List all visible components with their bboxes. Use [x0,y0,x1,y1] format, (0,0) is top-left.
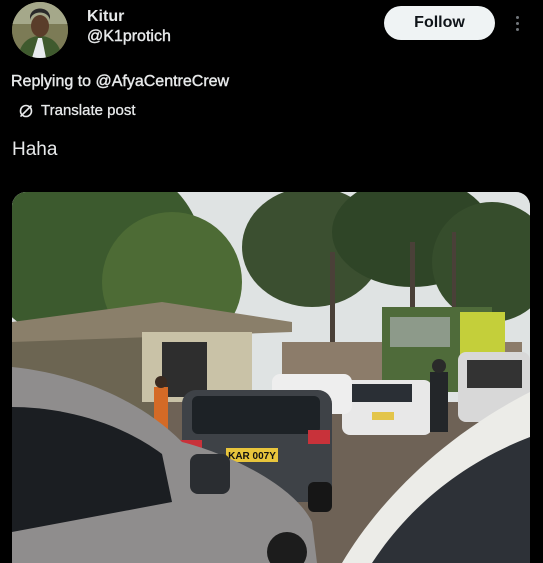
post-image[interactable]: KAR 007Y [12,192,530,563]
translate-post-button[interactable]: Translate post [18,102,136,119]
avatar[interactable] [12,2,68,58]
license-plate-text: KAR 007Y [228,451,276,462]
translate-post-label: Translate post [41,102,136,119]
dot [515,27,519,31]
translate-icon [18,103,34,119]
follow-button[interactable]: Follow [384,6,495,40]
replying-to-label[interactable]: Replying to @AfyaCentreCrew [11,73,230,91]
author-name[interactable]: Kitur [87,8,124,26]
post-text: Haha [12,139,58,160]
dot [515,21,519,25]
author-handle[interactable]: @K1protich [87,28,171,46]
dot [515,15,519,19]
more-options-icon[interactable] [505,8,529,38]
